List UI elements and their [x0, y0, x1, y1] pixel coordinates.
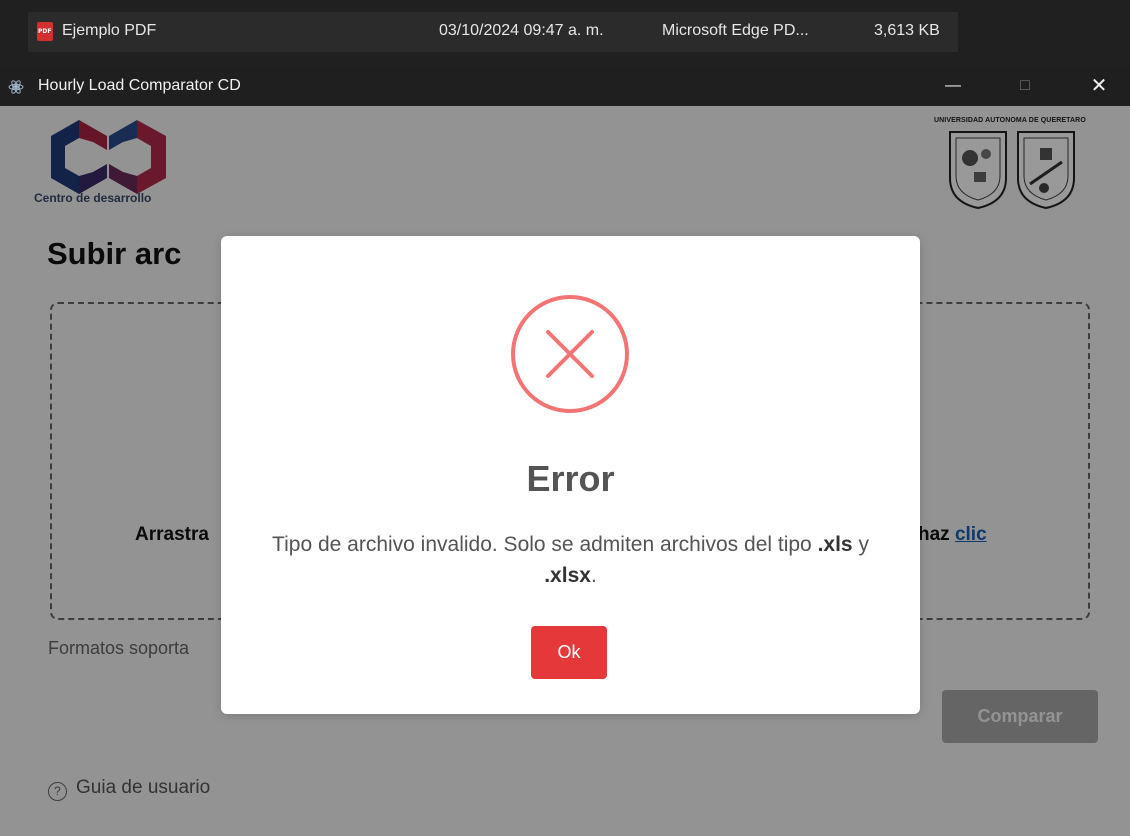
ok-button[interactable]: Ok	[531, 626, 607, 679]
file-name: Ejemplo PDF	[62, 22, 157, 39]
window-title: Hourly Load Comparator CD	[38, 77, 241, 94]
file-size: 3,613 KB	[874, 22, 940, 39]
error-dialog: Error Tipo de archivo invalido. Solo se …	[221, 236, 920, 714]
window-titlebar: Hourly Load Comparator CD — □ ✕	[0, 66, 1130, 106]
file-explorer-strip: Ejemplo PDF 03/10/2024 09:47 a. m. Micro…	[0, 0, 1130, 66]
file-row[interactable]: Ejemplo PDF 03/10/2024 09:47 a. m. Micro…	[28, 12, 958, 52]
message-connector: y	[852, 533, 869, 556]
minimize-button[interactable]: —	[930, 66, 976, 106]
app-icon	[8, 80, 24, 94]
extension-xls: .xls	[817, 533, 853, 556]
file-date: 03/10/2024 09:47 a. m.	[439, 22, 604, 39]
close-button[interactable]: ✕	[1076, 66, 1122, 106]
dialog-message: Tipo de archivo invalido. Solo se admite…	[261, 529, 880, 591]
message-start: Tipo de archivo invalido. Solo se admite…	[272, 533, 818, 556]
file-type: Microsoft Edge PD...	[662, 22, 809, 39]
message-end: .	[590, 564, 597, 587]
pdf-icon	[37, 22, 53, 41]
maximize-button[interactable]: □	[1002, 66, 1048, 106]
dialog-title: Error	[526, 458, 615, 499]
error-x-icon	[511, 295, 629, 413]
extension-xlsx: .xlsx	[544, 564, 591, 587]
app-content: Centro de desarrollo UNIVERSIDAD AUTONOM…	[0, 106, 1130, 836]
